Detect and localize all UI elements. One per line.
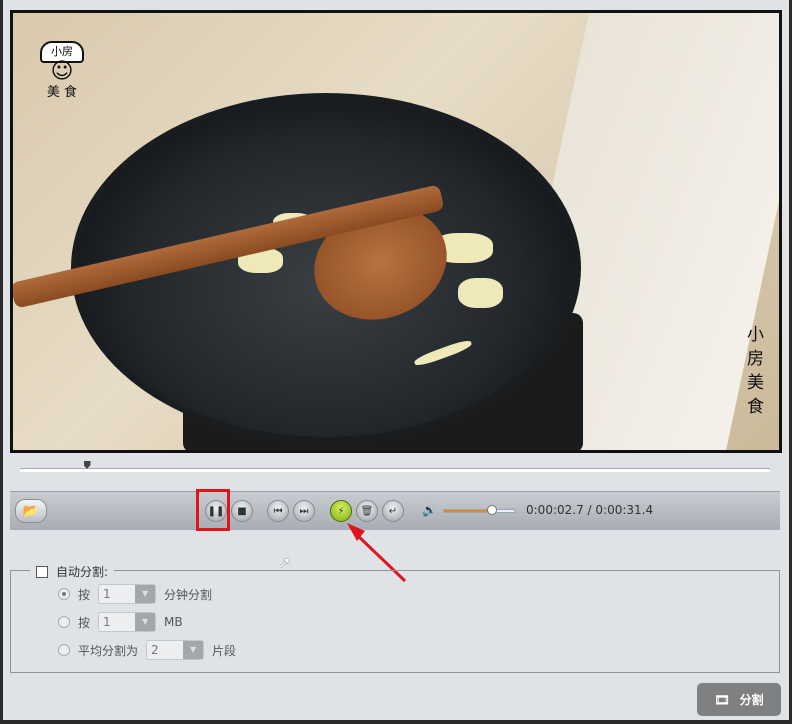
split-evenly-row: 平均分割为 2 ▼ 片段 — [58, 640, 236, 660]
size-combo[interactable]: 1 ▼ — [98, 612, 157, 632]
split-button-label: 分割 — [739, 693, 764, 707]
channel-logo: 小房 ☺ 美 食 — [35, 41, 89, 107]
option-prefix: 按 — [78, 587, 91, 602]
segments-combo[interactable]: 2 ▼ — [146, 640, 205, 660]
auto-split-label: 自动分割: — [56, 565, 109, 579]
seek-bar[interactable] — [20, 468, 770, 472]
volume-slider[interactable] — [443, 505, 515, 515]
option-suffix: MB — [164, 615, 183, 629]
combo-value: 2 — [151, 643, 159, 657]
split-button[interactable]: 🎞 分割 — [697, 683, 781, 716]
previous-frame-button[interactable]: ⏮ — [267, 500, 289, 522]
split-by-minutes-radio[interactable] — [58, 588, 70, 600]
minutes-combo[interactable]: 1 ▼ — [98, 584, 157, 604]
film-split-icon: 🎞 — [714, 692, 730, 707]
folder-icon: 📂 — [22, 503, 40, 519]
checkbox[interactable] — [36, 565, 48, 578]
option-prefix: 平均分割为 — [78, 643, 139, 658]
option-suffix: 分钟分割 — [164, 587, 213, 602]
skip-forward-icon: ⏭ — [299, 505, 309, 517]
vertical-watermark: 小房美食 — [747, 325, 764, 417]
combo-value: 1 — [103, 615, 111, 629]
total-time: 0:00:31.4 — [595, 503, 654, 517]
time-separator: / — [587, 503, 592, 517]
next-frame-button[interactable]: ⏭ — [293, 500, 315, 522]
skip-back-icon: ⏮ — [273, 505, 283, 517]
stop-button[interactable]: ■ — [231, 500, 253, 522]
volume-thumb[interactable] — [486, 505, 497, 515]
current-time: 0:00:02.7 — [526, 503, 584, 517]
chevron-down-icon[interactable]: ▼ — [183, 641, 204, 659]
pause-highlight-box — [196, 489, 230, 531]
chevron-down-icon[interactable]: ▼ — [135, 585, 156, 603]
split-evenly-radio[interactable] — [58, 644, 70, 656]
combo-value: 1 — [103, 587, 111, 601]
split-by-size-radio[interactable] — [58, 616, 70, 628]
open-file-button[interactable]: 📂 — [15, 499, 47, 523]
app-window: 小房 ☺ 美 食 小房美食 📂 ❚❚ ■ ⏮ ⏭ ⚡ 🗑 ↵ 🔊 0:00:02… — [3, 0, 789, 720]
chevron-down-icon[interactable]: ▼ — [135, 613, 156, 631]
volume-icon[interactable]: 🔊 — [422, 503, 437, 517]
split-by-minutes-row: 按 1 ▼ 分钟分割 — [58, 584, 212, 604]
logo-bottom-text: 美 食 — [46, 85, 78, 100]
time-display: 0:00:02.7 / 0:00:31.4 — [526, 503, 653, 517]
option-prefix: 按 — [78, 615, 91, 630]
split-by-size-row: 按 1 ▼ MB — [58, 612, 183, 632]
auto-split-checkbox[interactable]: 自动分割: — [30, 563, 115, 580]
stop-icon: ■ — [237, 505, 247, 517]
video-preview: 小房 ☺ 美 食 小房美食 — [10, 10, 782, 453]
option-suffix: 片段 — [212, 643, 237, 658]
